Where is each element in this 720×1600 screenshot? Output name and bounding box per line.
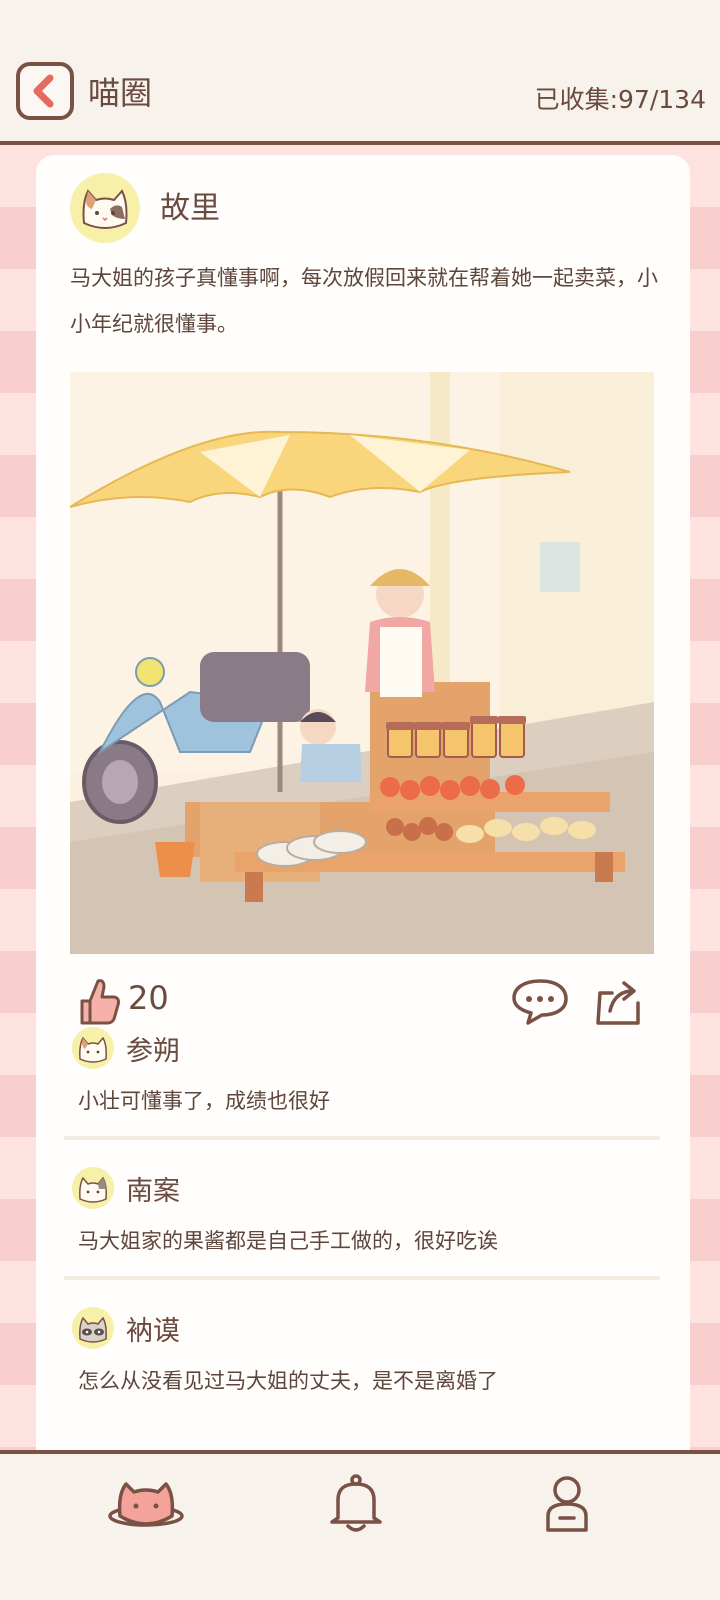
comment-item: 南案 马大姐家的果酱都是自己手工做的，很好吃诶: [72, 1167, 652, 1267]
comment-author[interactable]: 参朔: [126, 1029, 180, 1068]
back-button[interactable]: [16, 62, 74, 120]
collected-counter: 已收集:97/134: [535, 80, 706, 116]
post-image[interactable]: [70, 372, 654, 954]
calico-cat-icon: [71, 174, 139, 242]
divider: [64, 1276, 660, 1280]
comment-icon[interactable]: [512, 977, 568, 1025]
calico-cat-avatar-icon: [72, 1027, 114, 1069]
author-name[interactable]: 故里: [160, 183, 220, 227]
profile-icon[interactable]: [542, 1472, 592, 1536]
comment-text: 马大姐家的果酱都是自己手工做的，很好吃诶: [78, 1229, 498, 1253]
cat-planet-icon[interactable]: [106, 1472, 186, 1542]
divider: [64, 1136, 660, 1140]
post-text: 马大姐的孩子真懂事啊，每次放假回来就在帮着她一起卖菜，小小年纪就很懂事。: [70, 266, 658, 336]
like-icon[interactable]: [76, 975, 122, 1027]
white-cat-avatar-icon: [72, 1167, 114, 1209]
market-stall-illustration: [70, 372, 654, 954]
comment-avatar[interactable]: [72, 1167, 114, 1209]
chevron-left-icon: [33, 74, 54, 108]
collected-label: 已收集:: [534, 85, 619, 114]
post-card: 故里 马大姐的孩子真懂事啊，每次放假回来就在帮着她一起卖菜，小小年纪就很懂事。: [36, 155, 690, 1450]
comment-author[interactable]: 南案: [126, 1169, 180, 1208]
comment-item: 衲谟 怎么从没看见过马大姐的丈夫，是不是离婚了: [72, 1307, 652, 1407]
bell-icon[interactable]: [328, 1472, 384, 1536]
header: 喵圈 已收集:97/134: [0, 0, 720, 145]
comment-avatar[interactable]: [72, 1027, 114, 1069]
gray-cat-avatar-icon: [72, 1307, 114, 1349]
share-icon[interactable]: [592, 977, 644, 1029]
author-avatar[interactable]: [70, 173, 140, 243]
collected-value: 97/134: [618, 85, 706, 114]
comment-text: 小壮可懂事了，成绩也很好: [78, 1089, 330, 1113]
like-count: 20: [128, 979, 169, 1017]
comment-item: 参朔 小壮可懂事了，成绩也很好: [72, 1027, 652, 1127]
comment-text: 怎么从没看见过马大姐的丈夫，是不是离婚了: [78, 1369, 498, 1393]
page-title: 喵圈: [88, 74, 153, 112]
bottom-nav: [0, 1450, 720, 1600]
comment-author[interactable]: 衲谟: [126, 1309, 180, 1348]
comment-avatar[interactable]: [72, 1307, 114, 1349]
